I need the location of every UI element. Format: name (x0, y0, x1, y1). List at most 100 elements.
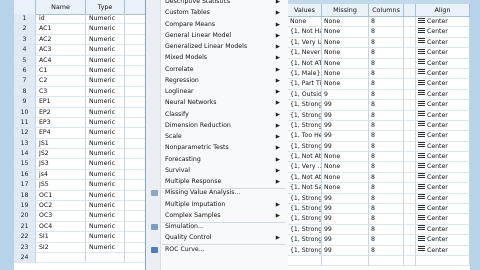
blank-cell[interactable] (404, 162, 416, 173)
columns-cell[interactable]: 8 (369, 141, 404, 153)
variable-name-cell[interactable]: C3 (36, 86, 86, 98)
blank-cell[interactable] (404, 183, 416, 194)
variable-type-cell[interactable]: Numeric (86, 45, 125, 56)
menu-item-classify[interactable]: Classify ▶ (146, 110, 289, 120)
blank-cell[interactable] (125, 243, 145, 253)
values-cell[interactable]: {1, Strongly ... (288, 110, 322, 121)
blank-cell[interactable] (125, 118, 145, 129)
variable-type-cell[interactable]: Numeric (86, 180, 125, 191)
missing-cell[interactable]: None (322, 58, 369, 69)
menu-item-multiple-response[interactable]: Multiple Response ▶ (146, 177, 289, 187)
variable-type-cell[interactable]: Numeric (86, 14, 125, 25)
variable-name-cell[interactable]: AC3 (36, 45, 86, 56)
missing-cell[interactable]: None (322, 48, 369, 59)
menu-item-mixed-models[interactable]: Mixed Models ▶ (146, 53, 289, 63)
variable-name-cell[interactable]: AC1 (36, 24, 86, 35)
row-number[interactable]: 22 (14, 232, 36, 243)
align-cell[interactable]: Center (416, 17, 470, 28)
columns-cell[interactable]: 8 (369, 48, 404, 59)
missing-cell[interactable]: 99 (322, 193, 369, 205)
missing-cell[interactable]: 9 (322, 89, 369, 101)
row-number[interactable]: 5 (14, 55, 36, 66)
values-cell[interactable]: {1, Strongly ... (288, 245, 322, 256)
row-number[interactable]: 14 (14, 149, 36, 160)
variable-name-cell[interactable]: JS3 (36, 159, 86, 170)
row-number[interactable]: 18 (14, 190, 36, 202)
blank-cell[interactable] (125, 201, 145, 212)
variable-type-cell[interactable]: Numeric (86, 76, 125, 87)
missing-cell[interactable]: 99 (322, 214, 369, 225)
values-cell[interactable]: {1, Never}... (288, 48, 322, 59)
blank-cell[interactable] (125, 253, 145, 264)
align-cell[interactable]: Center (416, 27, 470, 38)
missing-cell[interactable]: 99 (322, 224, 369, 236)
variable-name-cell[interactable]: SI2 (36, 242, 86, 253)
menu-item-custom-tables[interactable]: Custom Tables ▶ (146, 8, 289, 18)
variable-name-cell[interactable]: JS1 (36, 138, 86, 150)
missing-cell[interactable]: 99 (322, 131, 369, 142)
columns-cell[interactable]: 8 (369, 17, 404, 28)
variable-type-cell[interactable]: Numeric (86, 149, 125, 160)
menu-item-quality-control[interactable]: Quality Control ▶ (146, 233, 289, 243)
blank-cell[interactable] (125, 97, 145, 108)
blank-cell[interactable] (125, 14, 145, 25)
variable-type-cell[interactable]: Numeric (86, 55, 125, 66)
row-number[interactable]: 2 (14, 24, 36, 35)
variable-type-cell[interactable]: Numeric (86, 24, 125, 35)
variable-name-cell[interactable]: OC1 (36, 190, 86, 202)
columns-cell[interactable]: 8 (369, 162, 404, 173)
blank-cell[interactable] (404, 27, 416, 38)
menu-item-correlate[interactable]: Correlate ▶ (146, 65, 289, 75)
menu-item-compare-means[interactable]: Compare Means ▶ (146, 20, 289, 30)
missing-cell[interactable]: None (322, 37, 369, 49)
row-number[interactable]: 8 (14, 86, 36, 98)
column-header-type[interactable]: Type (86, 0, 125, 14)
align-cell[interactable]: Center (416, 162, 470, 173)
variable-type-cell[interactable]: Numeric (86, 86, 125, 98)
row-number[interactable]: 6 (14, 65, 36, 77)
values-cell[interactable]: {1, Strongly ... (288, 214, 322, 225)
blank-cell[interactable] (404, 58, 416, 69)
blank-cell[interactable] (404, 224, 416, 236)
variable-name-cell[interactable]: id (36, 14, 86, 25)
variable-type-cell[interactable]: Numeric (86, 107, 125, 118)
missing-cell[interactable]: None (322, 172, 369, 184)
menu-item-generalized-linear-models[interactable]: Generalized Linear Models ▶ (146, 42, 289, 52)
values-cell[interactable]: {1, Part Tim... (288, 79, 322, 90)
blank-cell[interactable] (125, 66, 145, 77)
values-cell[interactable]: {1, Very ... (288, 162, 322, 173)
align-cell[interactable]: Center (416, 193, 470, 205)
align-cell[interactable]: Center (416, 48, 470, 59)
variable-type-cell[interactable]: Numeric (86, 232, 125, 243)
blank-cell[interactable] (125, 211, 145, 222)
values-cell[interactable] (288, 255, 322, 267)
values-cell[interactable]: {1, Not Hap... (288, 27, 322, 38)
row-number[interactable]: 21 (14, 221, 36, 233)
variable-name-cell[interactable]: EP3 (36, 117, 86, 129)
missing-cell[interactable]: None (322, 183, 369, 194)
blank-cell[interactable] (125, 128, 145, 139)
values-cell[interactable]: {1, Strongly ... (288, 204, 322, 215)
missing-cell[interactable]: None (322, 68, 369, 80)
blank-cell[interactable] (125, 180, 145, 191)
values-cell[interactable]: {1, Strongly ... (288, 120, 322, 132)
missing-cell[interactable]: None (322, 162, 369, 173)
variable-name-cell[interactable] (36, 252, 86, 264)
row-number[interactable]: 16 (14, 169, 36, 181)
missing-cell[interactable]: 99 (322, 235, 369, 246)
blank-cell[interactable] (404, 120, 416, 132)
align-cell[interactable]: Center (416, 245, 470, 256)
align-cell[interactable]: Center (416, 100, 470, 111)
variable-name-cell[interactable]: AC2 (36, 34, 86, 46)
align-cell[interactable]: Center (416, 152, 470, 163)
variable-name-cell[interactable]: JS5 (36, 180, 86, 191)
variable-type-cell[interactable]: Numeric (86, 34, 125, 46)
row-number[interactable]: 1 (14, 14, 36, 25)
align-cell[interactable]: Center (416, 235, 470, 246)
align-cell[interactable]: Center (416, 131, 470, 142)
columns-cell[interactable]: 8 (369, 100, 404, 111)
variable-name-cell[interactable]: EP1 (36, 97, 86, 108)
align-cell[interactable]: Center (416, 58, 470, 69)
blank-cell[interactable] (404, 245, 416, 256)
variable-name-cell[interactable]: OC2 (36, 201, 86, 212)
